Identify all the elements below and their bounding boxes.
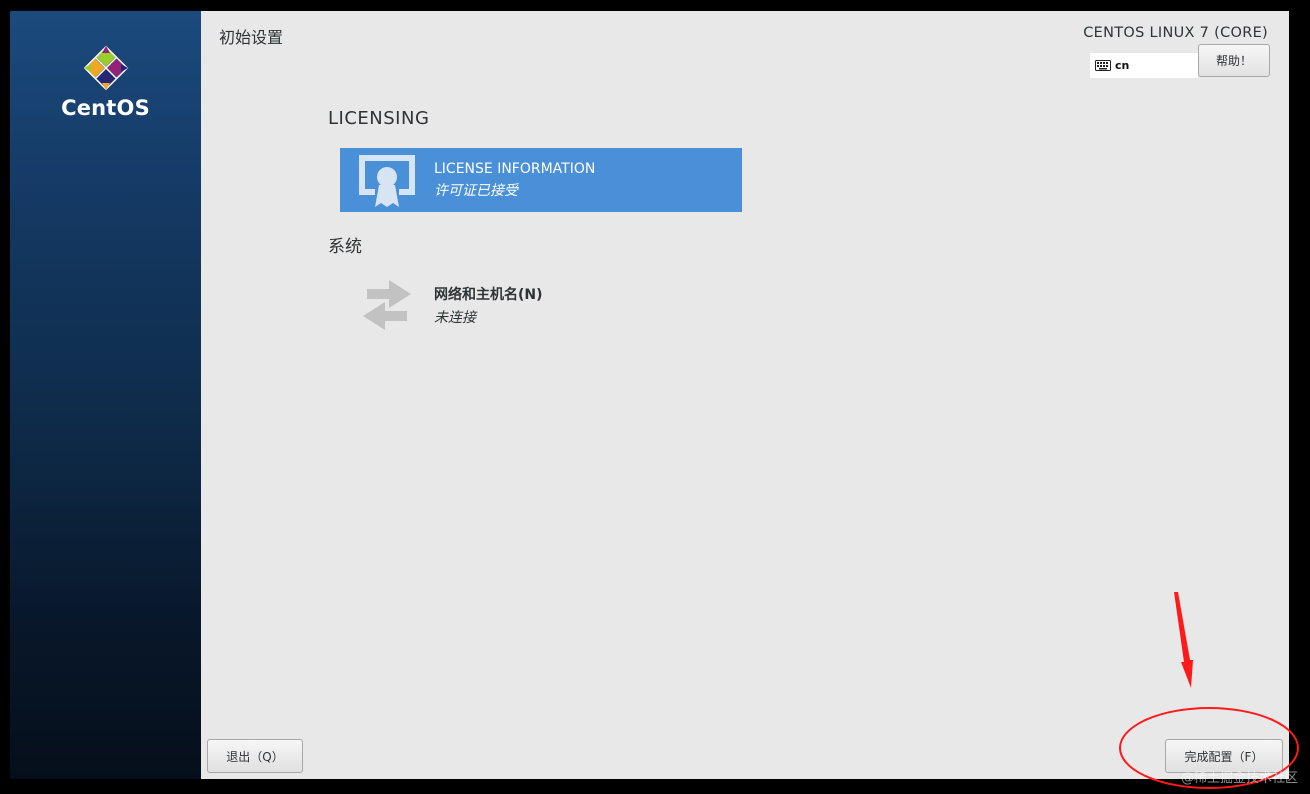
installer-window: CentOS 初始设置 CENTOS LINUX 7 (CORE) cn 帮助！… bbox=[10, 11, 1289, 779]
spoke-title: LICENSE INFORMATION bbox=[434, 160, 596, 177]
spoke-title: 网络和主机名(N) bbox=[434, 286, 543, 303]
spoke-status: 未连接 bbox=[434, 309, 476, 326]
page-title: 初始设置 bbox=[219, 28, 284, 47]
help-button[interactable]: 帮助！ bbox=[1198, 44, 1270, 77]
keyboard-layout-indicator[interactable]: cn bbox=[1090, 53, 1198, 78]
product-name: CENTOS LINUX 7 (CORE) bbox=[1083, 25, 1268, 41]
keyboard-layout-label: cn bbox=[1115, 59, 1130, 72]
network-arrows-icon bbox=[363, 280, 411, 330]
keyboard-icon bbox=[1095, 60, 1111, 71]
watermark: @稀土掘金技术社区 bbox=[1180, 771, 1298, 786]
license-certificate-icon bbox=[359, 155, 415, 207]
centos-logo-icon bbox=[83, 45, 129, 91]
spoke-license-information[interactable]: LICENSE INFORMATION 许可证已接受 bbox=[340, 148, 742, 212]
section-heading-system: 系统 bbox=[328, 237, 362, 257]
spoke-status: 许可证已接受 bbox=[434, 182, 518, 199]
sidebar: CentOS bbox=[10, 11, 201, 779]
section-heading-licensing: LICENSING bbox=[328, 108, 430, 129]
quit-button[interactable]: 退出（Q） bbox=[207, 739, 303, 773]
brand-name: CentOS bbox=[61, 96, 150, 120]
spoke-network-hostname[interactable]: 网络和主机名(N) 未连接 bbox=[340, 273, 742, 337]
